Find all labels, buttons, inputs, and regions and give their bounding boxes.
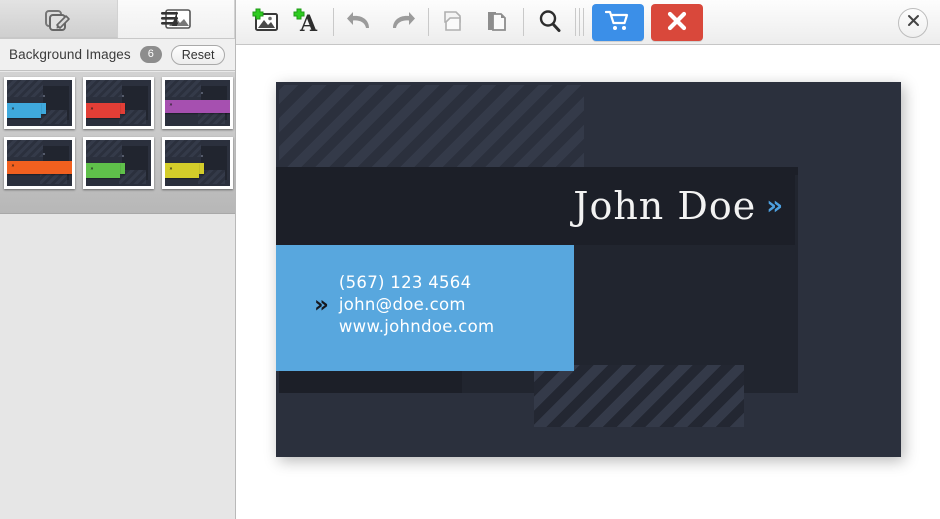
copy-button[interactable] — [434, 1, 476, 43]
close-window-button[interactable] — [898, 8, 928, 38]
undo-button[interactable] — [339, 1, 381, 43]
paste-button[interactable] — [476, 1, 518, 43]
zoom-button[interactable] — [529, 1, 571, 43]
redo-arrow-icon — [387, 8, 417, 37]
add-image-button[interactable] — [244, 1, 286, 43]
panel-empty-area — [0, 213, 235, 519]
card-website: www.johndoe.com — [338, 317, 495, 337]
toolbar-separator — [333, 8, 334, 36]
tab-design[interactable] — [0, 0, 118, 38]
edit-pencil-icon — [43, 6, 73, 32]
thumbnail-red[interactable]: » — [83, 77, 154, 129]
design-canvas[interactable]: John Doe » » (567) 123 4564 john@doe.com… — [236, 46, 940, 519]
card-email: john@doe.com — [338, 295, 466, 315]
card-name: John Doe — [573, 184, 757, 228]
thumbnail-orange[interactable]: » — [4, 137, 75, 189]
card-phone: (567) 123 4564 — [338, 273, 472, 292]
card-stripes-top — [279, 85, 584, 167]
redo-button[interactable] — [381, 1, 423, 43]
cart-button[interactable] — [592, 3, 644, 41]
shopping-cart-icon — [604, 9, 631, 36]
thumbnail-grid: » » » » » » — [0, 72, 235, 213]
thumbnail-green[interactable]: » — [83, 137, 154, 189]
toolbar-separator — [428, 8, 429, 36]
add-image-icon — [250, 7, 280, 38]
card-name-chevron-icon: » — [766, 191, 783, 221]
background-count-badge: 6 — [139, 46, 162, 63]
reset-button[interactable]: Reset — [170, 44, 226, 65]
card-stripes-bottom — [534, 365, 744, 427]
delete-button[interactable] — [651, 3, 703, 41]
thumbnail-purple[interactable]: » — [162, 77, 233, 129]
thumbnail-blue[interactable]: » — [4, 77, 75, 129]
card-contact-lines: (567) 123 4564 john@doe.com www.johndoe.… — [339, 272, 495, 338]
panel-tabs — [0, 0, 235, 39]
red-x-icon — [666, 10, 688, 35]
thumbnail-row: » » » — [4, 77, 235, 129]
undo-arrow-icon — [345, 8, 375, 37]
business-card-editor: Background Images 6 Reset » » » » » » A … — [0, 0, 940, 519]
magnifier-icon — [536, 7, 564, 38]
card-contact-chevron-icon: » — [314, 291, 329, 318]
left-panel: Background Images 6 Reset » » » » » » — [0, 0, 236, 519]
panel-title: Background Images — [9, 47, 131, 62]
copy-icon — [441, 7, 469, 38]
tab-background-images[interactable] — [117, 0, 235, 38]
card-contact-block: » (567) 123 4564 john@doe.com www.johndo… — [314, 272, 494, 338]
add-text-icon: A — [292, 7, 322, 38]
toolbar: A — [236, 0, 940, 45]
card-accent-panel-notch — [506, 245, 574, 340]
card-name-band: John Doe » — [276, 167, 795, 245]
background-images-icon — [159, 6, 193, 32]
close-x-icon — [907, 14, 920, 32]
thumbnail-row: » » » — [4, 137, 235, 189]
panel-header: Background Images 6 Reset — [0, 39, 235, 71]
toolbar-separator — [523, 8, 524, 36]
business-card-preview[interactable]: John Doe » » (567) 123 4564 john@doe.com… — [276, 82, 901, 457]
thumbnail-yellow[interactable]: » — [162, 137, 233, 189]
add-text-button[interactable]: A — [286, 1, 328, 43]
toolbar-separator-group — [575, 8, 584, 36]
paste-icon — [483, 7, 511, 38]
